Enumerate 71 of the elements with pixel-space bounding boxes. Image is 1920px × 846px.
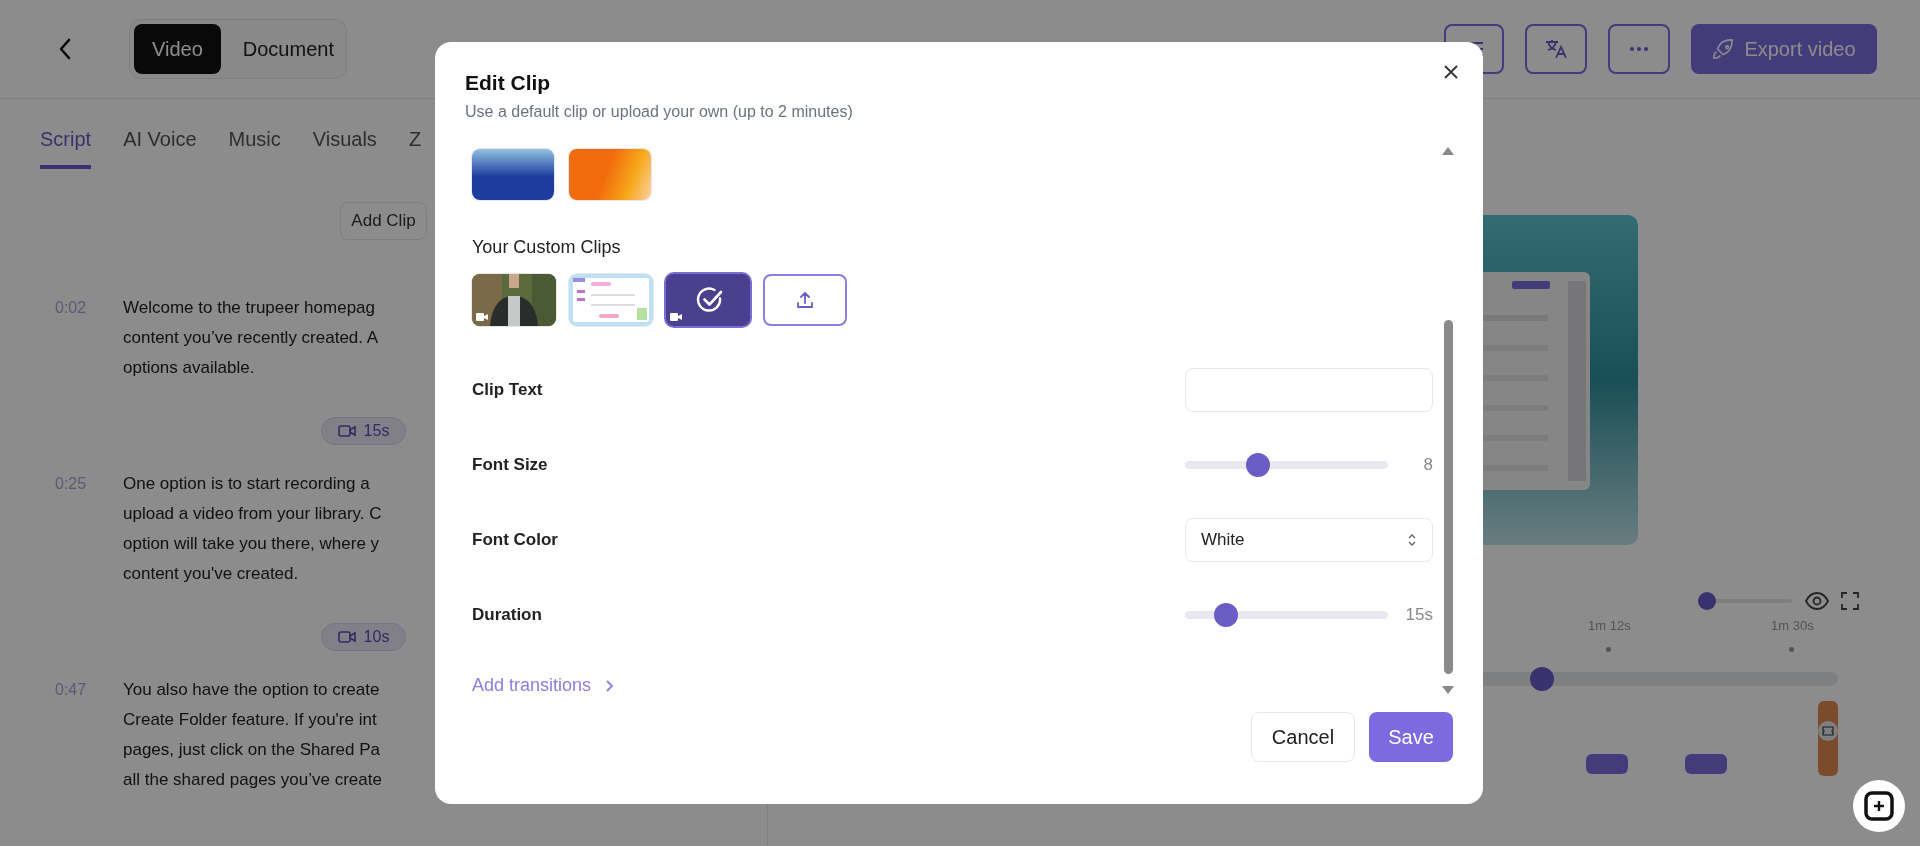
fullscreen-icon[interactable] (1841, 592, 1859, 610)
clip-duration-chip[interactable]: 15s (320, 417, 407, 445)
clip-duration-chip[interactable]: 10s (320, 623, 407, 651)
time-tick-label: 1m 12s (1588, 617, 1631, 635)
script-line: all the shared pages you’ve create (123, 769, 382, 791)
cancel-button[interactable]: Cancel (1251, 712, 1355, 762)
field-label: Duration (472, 604, 542, 627)
camera-icon (337, 631, 356, 643)
script-line: One option is to start recording a (123, 473, 371, 495)
script-line: content you’ve recently created. A (123, 327, 379, 349)
slider-value: 15s (1404, 604, 1433, 627)
script-line: options available. (123, 357, 256, 379)
chevron-updown-icon (1407, 533, 1417, 547)
tick-mark (1606, 647, 1611, 652)
rocket-icon (1712, 38, 1735, 60)
font-color-select[interactable]: White (1185, 518, 1433, 562)
video-camera-icon (670, 313, 682, 321)
tab[interactable]: AI Voice (123, 99, 197, 169)
field-label: Font Color (472, 529, 558, 552)
scroll-up-icon[interactable] (1442, 147, 1454, 155)
zoom-slider[interactable] (1698, 592, 1792, 610)
tab[interactable]: Z (408, 99, 422, 169)
field-label: Font Size (472, 454, 548, 477)
translate-button[interactable] (1525, 24, 1587, 74)
script-line: upload a video from your library. C (123, 503, 382, 525)
gradient-clip-thumbnail[interactable] (472, 149, 554, 200)
save-button[interactable]: Save (1369, 712, 1453, 762)
check-circle-icon (696, 286, 724, 314)
clip-block[interactable] (1685, 754, 1727, 774)
chevron-right-icon[interactable] (605, 678, 615, 693)
video-camera-icon (476, 313, 488, 321)
gradient-clip-thumbnail[interactable] (569, 149, 651, 200)
dialog-title: Edit Clip (465, 70, 551, 96)
tick-mark (1789, 647, 1794, 652)
upload-icon (796, 291, 814, 309)
camera-icon (337, 425, 356, 437)
script-line: Create Folder feature. If you're int (123, 709, 378, 731)
slider[interactable] (1185, 453, 1388, 477)
script-line: content you've created. (123, 563, 300, 585)
upload-button[interactable] (763, 274, 847, 326)
translate-icon (1544, 38, 1568, 60)
tab[interactable]: Script (40, 99, 92, 169)
export-label: Export video (1744, 37, 1856, 62)
tab[interactable]: Music (228, 99, 281, 169)
eye-icon[interactable] (1805, 591, 1829, 611)
more-icon (1629, 46, 1649, 52)
add-transitions-link[interactable]: Add transitions (472, 672, 592, 699)
script-line: pages, just click on the Shared Pa (123, 739, 382, 761)
script-line: option will take you there, where y (123, 533, 381, 555)
chip-label: 15s (363, 421, 390, 441)
add-frame-button[interactable] (1853, 780, 1905, 832)
field-label: Clip Text (472, 379, 543, 402)
script-line: You also have the option to create (123, 679, 381, 701)
view-tab[interactable]: Video (134, 24, 221, 74)
input-field[interactable] (1185, 368, 1433, 412)
slider[interactable] (1185, 603, 1388, 627)
export-video-button[interactable]: Export video (1691, 24, 1877, 74)
time-tick-label: 1m 30s (1771, 617, 1814, 635)
plus-square-icon (1863, 790, 1895, 822)
dialog-subtitle: Use a default clip or upload your own (up to 2 minutes) (465, 102, 853, 122)
tab[interactable]: Visuals (312, 99, 377, 169)
custom-clip-thumbnail[interactable] (666, 274, 750, 326)
section-heading: Your Custom Clips (472, 236, 622, 258)
add-clip-button[interactable]: Add Clip (340, 202, 427, 240)
script-line: Welcome to the trupeer homepag (123, 297, 376, 319)
chip-label: 10s (363, 627, 390, 647)
view-tab[interactable]: Document (234, 24, 342, 74)
slider-value: 8 (1422, 454, 1433, 477)
more-button[interactable] (1608, 24, 1670, 74)
clip-block[interactable] (1586, 754, 1628, 774)
close-icon[interactable] (1443, 64, 1459, 80)
